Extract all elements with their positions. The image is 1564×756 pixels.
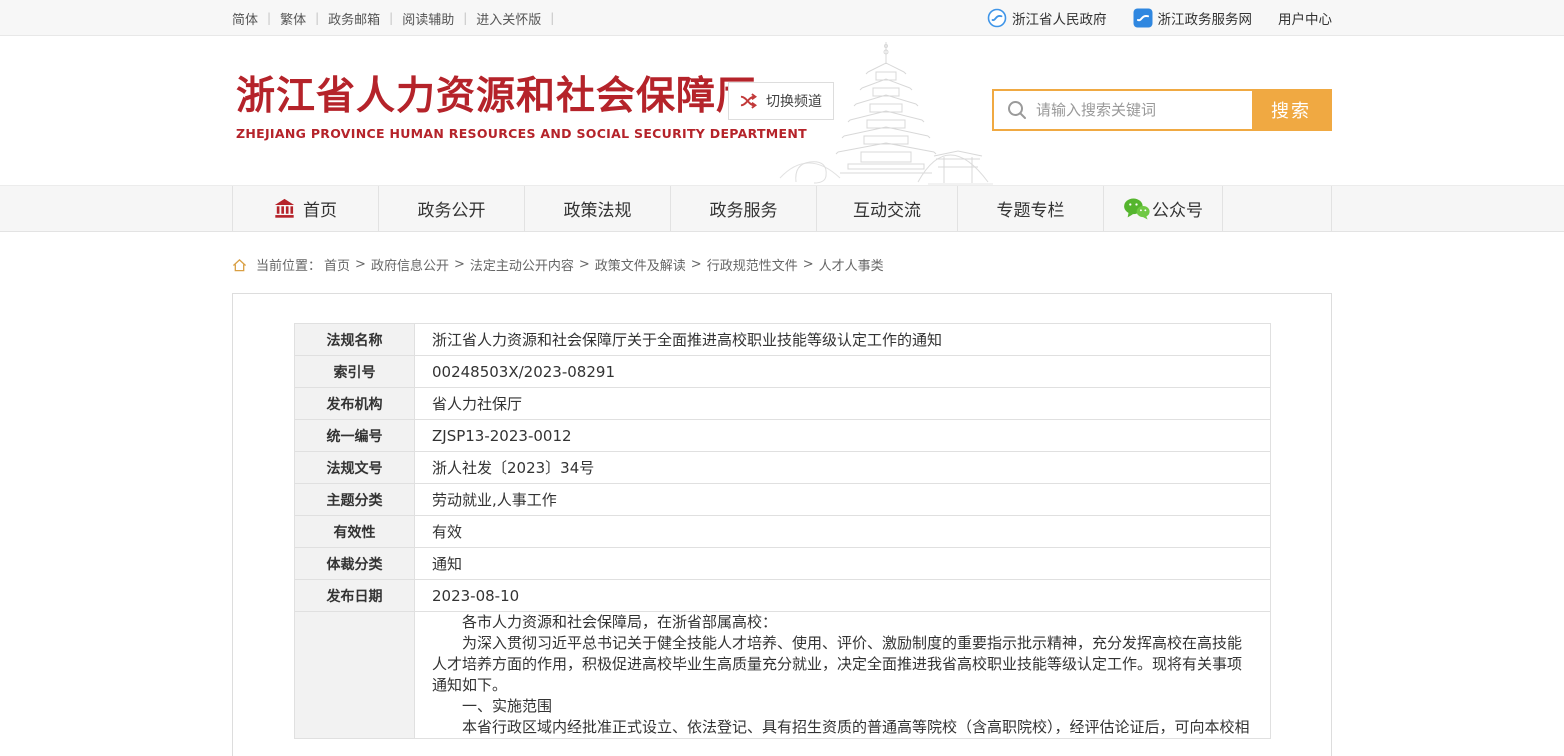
empty-label-cell <box>295 612 415 739</box>
nav-item-gov-disclosure[interactable]: 政务公开 <box>379 186 525 231</box>
field-value: 有效 <box>415 516 1271 548</box>
field-label: 索引号 <box>295 356 415 388</box>
government-building-icon <box>274 198 295 219</box>
search-box: 搜索 <box>992 89 1332 131</box>
home-icon <box>232 258 247 272</box>
nav-item-interaction[interactable]: 互动交流 <box>817 186 958 231</box>
crumb-home[interactable]: 首页 <box>324 255 350 274</box>
field-value: 省人力社保厅 <box>415 388 1271 420</box>
site-title-english: ZHEJIANG PROVINCE HUMAN RESOURCES AND SO… <box>236 126 807 141</box>
top-links: 简体| 繁体| 政务邮箱| 阅读辅助| 进入关怀版| <box>232 9 563 28</box>
search-button[interactable]: 搜索 <box>1252 91 1330 129</box>
zhejiang-gov-circle-icon <box>987 8 1007 28</box>
table-row-body: 各市人力资源和社会保障局，在浙省部属高校： 为深入贯彻习近平总书记关于健全技能人… <box>295 612 1271 739</box>
table-row: 法规名称 浙江省人力资源和社会保障厅关于全面推进高校职业技能等级认定工作的通知 <box>295 324 1271 356</box>
nav-item-policies-regulations[interactable]: 政策法规 <box>525 186 671 231</box>
field-label: 有效性 <box>295 516 415 548</box>
body-paragraph: 本省行政区域内经批准正式设立、依法登记、具有招生资质的普通高等院校（含高职院校）… <box>432 717 1253 738</box>
zhejiang-service-square-icon <box>1133 8 1153 28</box>
body-paragraph: 一、实施范围 <box>432 696 1253 717</box>
top-utility-bar: 简体| 繁体| 政务邮箱| 阅读辅助| 进入关怀版| 浙江省人民政府 浙江政务服… <box>0 0 1564 36</box>
field-value: 2023-08-10 <box>415 580 1271 612</box>
field-label: 统一编号 <box>295 420 415 452</box>
table-row: 主题分类 劳动就业,人事工作 <box>295 484 1271 516</box>
switch-channel-button[interactable]: 切换频道 <box>728 82 834 120</box>
nav-item-home[interactable]: 首页 <box>232 186 379 231</box>
field-label: 发布日期 <box>295 580 415 612</box>
document-panel: 法规名称 浙江省人力资源和社会保障厅关于全面推进高校职业技能等级认定工作的通知 … <box>232 293 1332 756</box>
link-zhejiang-service-net[interactable]: 浙江政务服务网 <box>1133 8 1253 28</box>
field-label: 法规名称 <box>295 324 415 356</box>
site-header: 浙江省人力资源和社会保障厅 ZHEJIANG PROVINCE HUMAN RE… <box>0 36 1564 185</box>
field-label: 体裁分类 <box>295 548 415 580</box>
site-logo[interactable]: 浙江省人力资源和社会保障厅 ZHEJIANG PROVINCE HUMAN RE… <box>236 74 807 141</box>
field-value: 通知 <box>415 548 1271 580</box>
site-title-chinese: 浙江省人力资源和社会保障厅 <box>236 74 807 118</box>
table-row: 有效性 有效 <box>295 516 1271 548</box>
nav-item-special-topics[interactable]: 专题专栏 <box>958 186 1104 231</box>
link-user-center[interactable]: 用户中心 <box>1278 8 1332 28</box>
link-reading-aid[interactable]: 阅读辅助 <box>402 9 454 28</box>
link-care-version[interactable]: 进入关怀版 <box>476 9 541 28</box>
table-row: 体裁分类 通知 <box>295 548 1271 580</box>
nav-item-wechat-account[interactable]: 公众号 <box>1104 186 1223 231</box>
field-label: 法规文号 <box>295 452 415 484</box>
field-value: 浙人社发〔2023〕34号 <box>415 452 1271 484</box>
document-metadata-table: 法规名称 浙江省人力资源和社会保障厅关于全面推进高校职业技能等级认定工作的通知 … <box>294 323 1271 739</box>
crumb-normative-documents[interactable]: 行政规范性文件 <box>707 255 798 274</box>
breadcrumb-prefix: 当前位置： <box>256 255 321 274</box>
link-gov-mail[interactable]: 政务邮箱 <box>328 9 380 28</box>
crumb-policy-documents[interactable]: 政策文件及解读 <box>595 255 686 274</box>
breadcrumb: 当前位置： 首页> 政府信息公开> 法定主动公开内容> 政策文件及解读> 行政规… <box>0 255 1564 274</box>
field-label: 主题分类 <box>295 484 415 516</box>
field-value: 劳动就业,人事工作 <box>415 484 1271 516</box>
crumb-talent-personnel[interactable]: 人才人事类 <box>819 255 884 274</box>
table-row: 统一编号 ZJSP13-2023-0012 <box>295 420 1271 452</box>
main-nav: 首页 政务公开 政策法规 政务服务 互动交流 专题专栏 公众号 <box>0 185 1564 232</box>
table-row: 法规文号 浙人社发〔2023〕34号 <box>295 452 1271 484</box>
wechat-icon <box>1123 197 1150 220</box>
body-paragraph: 为深入贯彻习近平总书记关于健全技能人才培养、使用、评价、激励制度的重要指示批示精… <box>432 633 1253 696</box>
document-body: 各市人力资源和社会保障局，在浙省部属高校： 为深入贯彻习近平总书记关于健全技能人… <box>415 612 1271 739</box>
body-paragraph: 各市人力资源和社会保障局，在浙省部属高校： <box>432 612 1253 633</box>
table-row: 发布机构 省人力社保厅 <box>295 388 1271 420</box>
search-icon <box>994 99 1036 121</box>
nav-item-gov-services[interactable]: 政务服务 <box>671 186 817 231</box>
link-zhejiang-gov-portal[interactable]: 浙江省人民政府 <box>987 8 1107 28</box>
field-value: 00248503X/2023-08291 <box>415 356 1271 388</box>
crumb-statutory-disclosure[interactable]: 法定主动公开内容 <box>470 255 574 274</box>
link-simplified[interactable]: 简体 <box>232 9 258 28</box>
field-value: ZJSP13-2023-0012 <box>415 420 1271 452</box>
field-label: 发布机构 <box>295 388 415 420</box>
search-input[interactable] <box>1036 101 1252 119</box>
crumb-info-disclosure[interactable]: 政府信息公开 <box>371 255 449 274</box>
table-row: 发布日期 2023-08-10 <box>295 580 1271 612</box>
table-row: 索引号 00248503X/2023-08291 <box>295 356 1271 388</box>
shuffle-icon <box>740 93 759 109</box>
link-traditional[interactable]: 繁体 <box>280 9 306 28</box>
nav-filler <box>1223 186 1332 231</box>
field-value: 浙江省人力资源和社会保障厅关于全面推进高校职业技能等级认定工作的通知 <box>415 324 1271 356</box>
